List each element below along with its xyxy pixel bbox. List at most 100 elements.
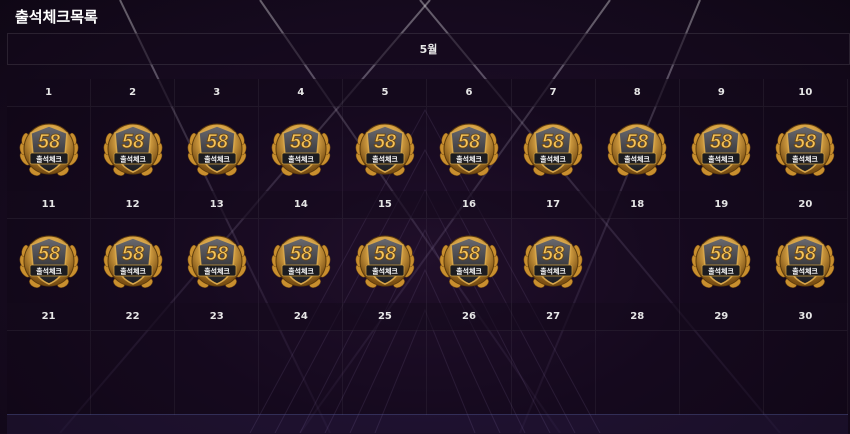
stamp-label: 출석체크 xyxy=(708,155,734,164)
stamp-logo-text: 58 xyxy=(458,131,481,153)
stamp-label: 출석체크 xyxy=(204,155,230,164)
day-number: 14 xyxy=(259,191,344,219)
stamp-logo-text: 58 xyxy=(206,131,229,153)
stamp-logo-text: 58 xyxy=(290,131,313,153)
stamp-label: 출석체크 xyxy=(288,267,314,276)
day-cell xyxy=(679,331,764,415)
stamp-label: 출석체크 xyxy=(540,267,566,276)
day-cell: 58 출석체크 xyxy=(511,219,596,303)
stamp-label: 출석체크 xyxy=(372,267,398,276)
day-number: 23 xyxy=(175,303,260,331)
day-number: 19 xyxy=(679,191,764,219)
attendance-stamp-icon: 58 출석체크 xyxy=(271,235,331,288)
day-cell: 58 출석체크 xyxy=(427,107,512,191)
stamp-logo-text: 58 xyxy=(626,131,649,153)
day-number: 26 xyxy=(427,303,512,331)
attendance-stamp-icon: 58 출석체크 xyxy=(439,235,499,288)
attendance-stamp-icon: 58 출석체크 xyxy=(776,123,835,176)
stamp-logo-text: 58 xyxy=(458,243,481,265)
attendance-stamp-icon: 58 출석체크 xyxy=(187,123,247,176)
day-cell: 58 출석체크 xyxy=(175,219,260,303)
day-number: 12 xyxy=(91,191,176,219)
day-cell: 58 출석체크 xyxy=(763,107,848,191)
week-stamp-row: 58 출석체크 58 출석체크 58 출석체크 58 출석체크 58 출석체크 … xyxy=(7,219,848,303)
stamp-label: 출석체크 xyxy=(372,155,398,164)
calendar-week: 1 2 3 4 5 6 7 8 9 10 58 출석체크 58 출석체크 58 … xyxy=(7,79,848,191)
stamp-label: 출석체크 xyxy=(456,155,482,164)
week-day-header-row: 11 12 13 14 15 16 17 18 19 20 xyxy=(7,191,848,219)
attendance-stamp-icon: 58 출석체크 xyxy=(523,235,583,288)
stamp-label: 출석체크 xyxy=(288,155,314,164)
stamp-logo-text: 58 xyxy=(374,131,397,153)
day-cell: 58 출석체크 xyxy=(175,107,260,191)
attendance-stamp-icon: 58 출석체크 xyxy=(355,235,415,288)
attendance-stamp-icon: 58 출석체크 xyxy=(691,235,751,288)
stamp-label: 출석체크 xyxy=(204,267,230,276)
stamp-logo-text: 58 xyxy=(37,243,60,265)
stamp-logo-text: 58 xyxy=(122,243,145,265)
stamp-label: 출석체크 xyxy=(36,267,62,276)
day-cell: 58 출석체크 xyxy=(343,107,428,191)
day-cell: 58 출석체크 xyxy=(91,219,176,303)
day-cell xyxy=(427,331,512,415)
attendance-stamp-icon: 58 출석체크 xyxy=(103,235,163,288)
day-cell xyxy=(511,331,596,415)
bottom-border xyxy=(7,414,848,434)
stamp-logo-text: 58 xyxy=(542,131,565,153)
attendance-stamp-icon: 58 출석체크 xyxy=(271,123,331,176)
day-number: 30 xyxy=(763,303,848,331)
day-number: 6 xyxy=(427,79,512,107)
stamp-logo-text: 58 xyxy=(710,243,733,265)
day-cell: 58 출석체크 xyxy=(511,107,596,191)
day-number: 27 xyxy=(511,303,596,331)
day-cell: 58 출석체크 xyxy=(7,107,92,191)
day-cell: 58 출석체크 xyxy=(679,107,764,191)
week-stamp-row: 58 출석체크 58 출석체크 58 출석체크 58 출석체크 58 출석체크 … xyxy=(7,107,848,191)
stamp-logo-text: 58 xyxy=(122,131,145,153)
day-cell: 58 출석체크 xyxy=(259,219,344,303)
attendance-stamp-icon: 58 출석체크 xyxy=(607,123,667,176)
day-number: 21 xyxy=(7,303,92,331)
day-cell xyxy=(175,331,260,415)
calendar-week: 11 12 13 14 15 16 17 18 19 20 58 출석체크 58… xyxy=(7,191,848,303)
attendance-stamp-icon: 58 출석체크 xyxy=(19,123,78,176)
stamp-logo-text: 58 xyxy=(206,243,229,265)
day-cell: 58 출석체크 xyxy=(763,219,848,303)
attendance-stamp-icon: 58 출석체크 xyxy=(355,123,415,176)
month-label: 5월 xyxy=(419,43,438,56)
attendance-stamp-icon: 58 출석체크 xyxy=(523,123,583,176)
day-number: 20 xyxy=(763,191,848,219)
day-number: 2 xyxy=(91,79,176,107)
stamp-logo-text: 58 xyxy=(542,243,565,265)
day-number: 7 xyxy=(511,79,596,107)
stamp-logo-text: 58 xyxy=(710,131,733,153)
stamp-label: 출석체크 xyxy=(120,267,146,276)
stamp-label: 출석체크 xyxy=(708,267,734,276)
attendance-stamp-icon: 58 출석체크 xyxy=(187,235,247,288)
stamp-logo-text: 58 xyxy=(37,131,60,153)
day-number: 22 xyxy=(91,303,176,331)
day-cell xyxy=(343,331,428,415)
stamp-label: 출석체크 xyxy=(624,155,650,164)
day-number: 28 xyxy=(595,303,680,331)
day-cell xyxy=(595,219,680,303)
day-number: 9 xyxy=(679,79,764,107)
day-number: 29 xyxy=(679,303,764,331)
attendance-stamp-icon: 58 출석체크 xyxy=(103,123,163,176)
day-number: 25 xyxy=(343,303,428,331)
attendance-stamp-icon: 58 출석체크 xyxy=(19,235,78,288)
day-number: 18 xyxy=(595,191,680,219)
day-number: 5 xyxy=(343,79,428,107)
stamp-label: 출석체크 xyxy=(36,155,62,164)
page-title: 출석체크목록 xyxy=(15,8,98,26)
stamp-label: 출석체크 xyxy=(540,155,566,164)
day-cell: 58 출석체크 xyxy=(91,107,176,191)
day-number: 8 xyxy=(595,79,680,107)
day-cell: 58 출석체크 xyxy=(259,107,344,191)
day-number: 17 xyxy=(511,191,596,219)
stamp-logo-text: 58 xyxy=(290,243,313,265)
stamp-logo-text: 58 xyxy=(794,243,817,265)
day-cell xyxy=(595,331,680,415)
day-number: 10 xyxy=(763,79,848,107)
stamp-label: 출석체크 xyxy=(793,267,819,276)
